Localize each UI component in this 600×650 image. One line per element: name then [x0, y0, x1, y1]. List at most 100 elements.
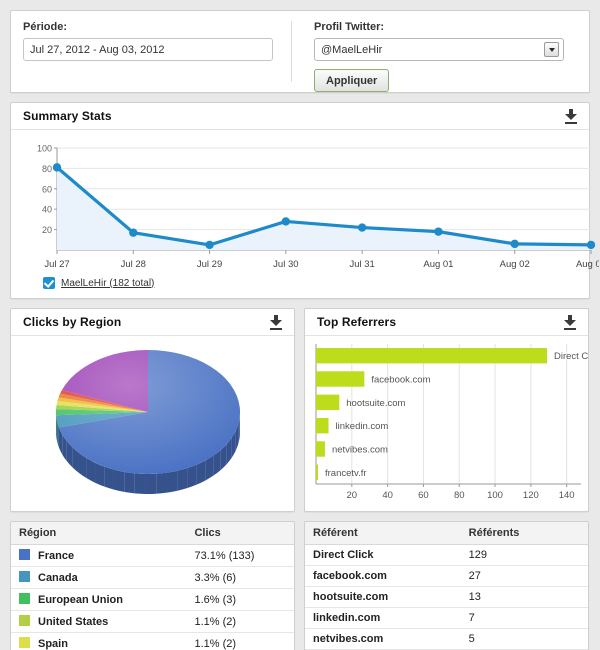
- svg-text:Aug 01: Aug 01: [423, 259, 453, 270]
- svg-text:Jul 28: Jul 28: [121, 259, 146, 270]
- svg-text:40: 40: [382, 490, 393, 501]
- svg-text:20: 20: [347, 490, 358, 501]
- series-checkbox[interactable]: [43, 277, 55, 289]
- svg-text:80: 80: [42, 164, 52, 174]
- referrer-name-cell: netvibes.com: [305, 628, 461, 650]
- referrer-count-cell: 13: [460, 586, 588, 608]
- profile-label: Profil Twitter:: [314, 21, 385, 33]
- table-row: France 73.1% (133): [11, 544, 294, 567]
- top-referrers-title: Top Referrers: [317, 315, 397, 329]
- bar-chart-body: 20 40 60 80 100 120 140 francetv.fr netvibes.com…: [305, 336, 588, 511]
- clicks-by-region-title: Clicks by Region: [23, 315, 122, 329]
- region-name-cell: European Union: [11, 588, 187, 611]
- pie-chart-svg: [56, 350, 241, 494]
- referrer-table: Référent Référents Direct Click 129 facebo…: [305, 522, 588, 650]
- clics-col-header: Clics: [186, 522, 294, 545]
- clicks-by-region-column: Clicks by Region Région Clics France 73.1…: [10, 308, 295, 650]
- profile-filter-group: Profil Twitter: @MaelLeHir Appliquer: [291, 21, 577, 92]
- table-row: hootsuite.com 13: [305, 586, 588, 608]
- twitter-profile-select[interactable]: @MaelLeHir: [314, 38, 564, 61]
- referrer-table-panel: Référent Référents Direct Click 129 facebo…: [304, 521, 589, 650]
- svg-text:100: 100: [37, 144, 52, 154]
- table-header-row: Référent Référents: [305, 522, 588, 545]
- table-row: Direct Click 129: [305, 544, 588, 566]
- svg-text:francetv.fr: francetv.fr: [325, 468, 367, 479]
- svg-text:80: 80: [454, 490, 465, 501]
- period-input[interactable]: [23, 38, 273, 61]
- table-header-row: Région Clics: [11, 522, 294, 545]
- table-row: linkedin.com 7: [305, 607, 588, 629]
- region-name-cell: France: [11, 544, 187, 567]
- referrer-name-cell: Direct Click: [305, 544, 461, 566]
- region-clics-cell: 1.1% (2): [186, 632, 294, 650]
- region-name: France: [38, 550, 75, 562]
- color-swatch-icon: [19, 571, 30, 582]
- clicks-by-region-panel: Clicks by Region: [10, 308, 295, 512]
- svg-text:20: 20: [42, 225, 52, 235]
- region-name: United States: [38, 616, 109, 628]
- period-filter-group: Période:: [23, 21, 291, 82]
- download-icon[interactable]: [564, 315, 576, 330]
- color-swatch-icon: [19, 615, 30, 626]
- summary-legend: MaelLeHir (182 total): [21, 277, 579, 289]
- table-row: Spain 1.1% (2): [11, 632, 294, 650]
- color-swatch-icon: [19, 637, 30, 648]
- table-row: United States 1.1% (2): [11, 610, 294, 633]
- referrer-name-cell: facebook.com: [305, 565, 461, 587]
- apply-button[interactable]: Appliquer: [314, 69, 390, 92]
- region-name: European Union: [38, 594, 123, 606]
- referrer-count-cell: 7: [460, 607, 588, 629]
- region-table: Région Clics France 73.1% (133) Canada 3.3%…: [11, 522, 294, 650]
- svg-text:Direct Click: Direct Click: [554, 351, 588, 362]
- svg-text:120: 120: [523, 490, 539, 501]
- summary-stats-title: Summary Stats: [23, 109, 112, 123]
- svg-text:Jul 27: Jul 27: [44, 259, 69, 270]
- pie-chart-body: [11, 336, 294, 511]
- referents-col-header: Référents: [460, 522, 588, 545]
- filter-bar: Période: Profil Twitter: @MaelLeHir Appl…: [10, 10, 590, 93]
- bar-chart-svg: 20 40 60 80 100 120 140 francetv.fr netvibes.com…: [315, 344, 588, 501]
- analytics-page: Période: Profil Twitter: @MaelLeHir Appl…: [0, 0, 600, 650]
- summary-stats-panel: Summary Stats 20 40 60 80 100 Jul 27 Jul 28 Jul…: [10, 102, 600, 299]
- svg-text:Aug 03: Aug 03: [576, 259, 599, 270]
- region-clics-cell: 1.6% (3): [186, 588, 294, 611]
- svg-text:netvibes.com: netvibes.com: [332, 445, 388, 456]
- region-clics-cell: 3.3% (6): [186, 566, 294, 589]
- svg-text:60: 60: [42, 184, 52, 194]
- region-name-cell: Spain: [11, 632, 187, 650]
- table-row: netvibes.com 5: [305, 628, 588, 650]
- table-row: Canada 3.3% (6): [11, 566, 294, 589]
- referrer-count-cell: 27: [460, 565, 588, 587]
- svg-text:Jul 29: Jul 29: [197, 259, 222, 270]
- region-clics-cell: 73.1% (133): [186, 544, 294, 567]
- table-row: European Union 1.6% (3): [11, 588, 294, 611]
- top-referrers-column: Top Referrers 20 40 60 80 100 120 140 francetv.…: [304, 308, 589, 650]
- svg-text:60: 60: [418, 490, 429, 501]
- top-referrers-header: Top Referrers: [305, 309, 588, 336]
- download-icon[interactable]: [565, 109, 577, 124]
- series-label[interactable]: MaelLeHir (182 total): [61, 278, 154, 289]
- referrer-name-cell: hootsuite.com: [305, 586, 461, 608]
- download-icon[interactable]: [270, 315, 282, 330]
- period-label: Période:: [23, 21, 68, 33]
- referent-col-header: Référent: [305, 522, 461, 545]
- table-row: facebook.com 27: [305, 565, 588, 587]
- region-name: Canada: [38, 572, 78, 584]
- region-table-panel: Région Clics France 73.1% (133) Canada 3.3%…: [10, 521, 295, 650]
- charts-split: Clicks by Region Région Clics France 73.1…: [10, 308, 590, 650]
- region-name: Spain: [38, 638, 68, 650]
- svg-text:hootsuite.com: hootsuite.com: [346, 398, 405, 409]
- svg-text:facebook.com: facebook.com: [371, 375, 430, 386]
- svg-text:Jul 31: Jul 31: [349, 259, 374, 270]
- summary-stats-header: Summary Stats: [11, 103, 589, 130]
- region-name-cell: United States: [11, 610, 187, 633]
- svg-text:Jul 30: Jul 30: [273, 259, 298, 270]
- color-swatch-icon: [19, 593, 30, 604]
- line-chart-svg: 20 40 60 80 100 Jul 27 Jul 28 Jul 29 Jul 30 Jul 3…: [37, 144, 600, 271]
- summary-stats-chart: 20 40 60 80 100 Jul 27 Jul 28 Jul 29 Jul 30 Jul 3…: [11, 130, 600, 298]
- svg-text:140: 140: [559, 490, 575, 501]
- region-clics-cell: 1.1% (2): [186, 610, 294, 633]
- region-col-header: Région: [11, 522, 187, 545]
- svg-text:linkedin.com: linkedin.com: [336, 421, 389, 432]
- chevron-down-icon: [544, 42, 559, 57]
